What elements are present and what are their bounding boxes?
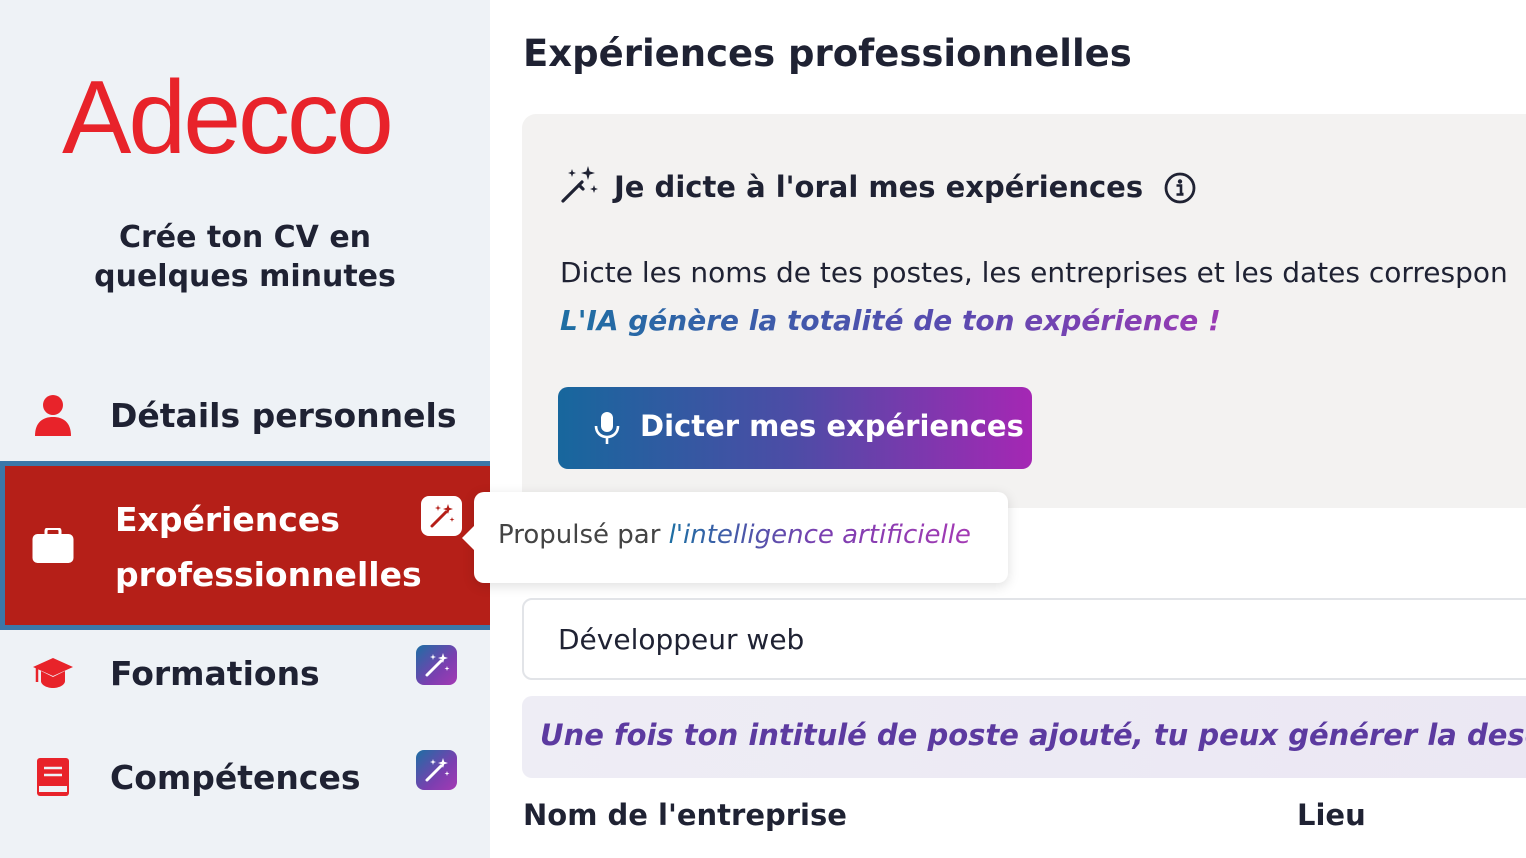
sidebar-item-label: Formations bbox=[110, 653, 320, 693]
ai-magic-wand-icon bbox=[416, 645, 457, 685]
ai-tooltip: Propulsé par l'intelligence artificielle bbox=[462, 492, 1008, 583]
sidebar-item-experiences[interactable]: Expériences professionnelles bbox=[0, 461, 495, 630]
ai-hint-banner: Une fois ton intitulé de poste ajouté, t… bbox=[522, 696, 1526, 778]
sidebar-item-label: Expériences professionnelles bbox=[115, 500, 422, 594]
sidebar-item-label: Détails personnels bbox=[110, 395, 457, 435]
sidebar-item-personal-details[interactable]: Détails personnels bbox=[0, 384, 495, 446]
briefcase-icon bbox=[32, 525, 74, 567]
ai-card-header: Je dicte à l'oral mes expériences bbox=[558, 164, 1143, 210]
magic-wand-icon bbox=[558, 164, 600, 210]
microphone-icon bbox=[594, 411, 620, 449]
main-content: Expériences professionnelles Je dicte à … bbox=[490, 0, 1526, 858]
tooltip-prefix: Propulsé par bbox=[498, 520, 669, 550]
adecco-logo[interactable]: Adecco bbox=[62, 66, 394, 170]
sidebar-tagline: Crée ton CV en quelques minutes bbox=[94, 220, 396, 294]
ai-card-description: Dicte les noms de tes postes, les entrep… bbox=[560, 256, 1508, 289]
location-label: Lieu bbox=[1297, 798, 1366, 832]
sidebar-item-competences[interactable]: Compétences bbox=[0, 748, 495, 806]
job-title-input[interactable] bbox=[522, 598, 1526, 680]
dictate-button-label: Dicter mes expériences bbox=[640, 409, 1024, 443]
ai-magic-wand-icon bbox=[421, 496, 462, 536]
page-title: Expériences professionnelles bbox=[523, 32, 1132, 75]
user-icon bbox=[32, 394, 74, 436]
sidebar-item-label: Compétences bbox=[110, 757, 361, 797]
info-icon[interactable] bbox=[1164, 172, 1196, 204]
tooltip-text: Propulsé par l'intelligence artificielle bbox=[498, 520, 971, 550]
ai-card-emphasis: L'IA génère la totalité de ton expérienc… bbox=[560, 304, 1221, 337]
ai-magic-wand-icon bbox=[416, 750, 457, 790]
dictate-experiences-button[interactable]: Dicter mes expériences bbox=[558, 387, 1032, 469]
hint-text: Une fois ton intitulé de poste ajouté, t… bbox=[540, 718, 1526, 752]
ai-dictation-card: Je dicte à l'oral mes expériences Dicte … bbox=[522, 114, 1526, 508]
tooltip-emphasis: l'intelligence artificielle bbox=[668, 520, 971, 550]
sidebar-item-formations[interactable]: Formations bbox=[0, 645, 495, 701]
graduation-cap-icon bbox=[32, 652, 74, 694]
sidebar: Adecco Crée ton CV en quelques minutes D… bbox=[0, 0, 495, 858]
company-name-label: Nom de l'entreprise bbox=[523, 798, 847, 832]
book-icon bbox=[32, 756, 74, 798]
ai-card-title: Je dicte à l'oral mes expériences bbox=[614, 170, 1144, 204]
